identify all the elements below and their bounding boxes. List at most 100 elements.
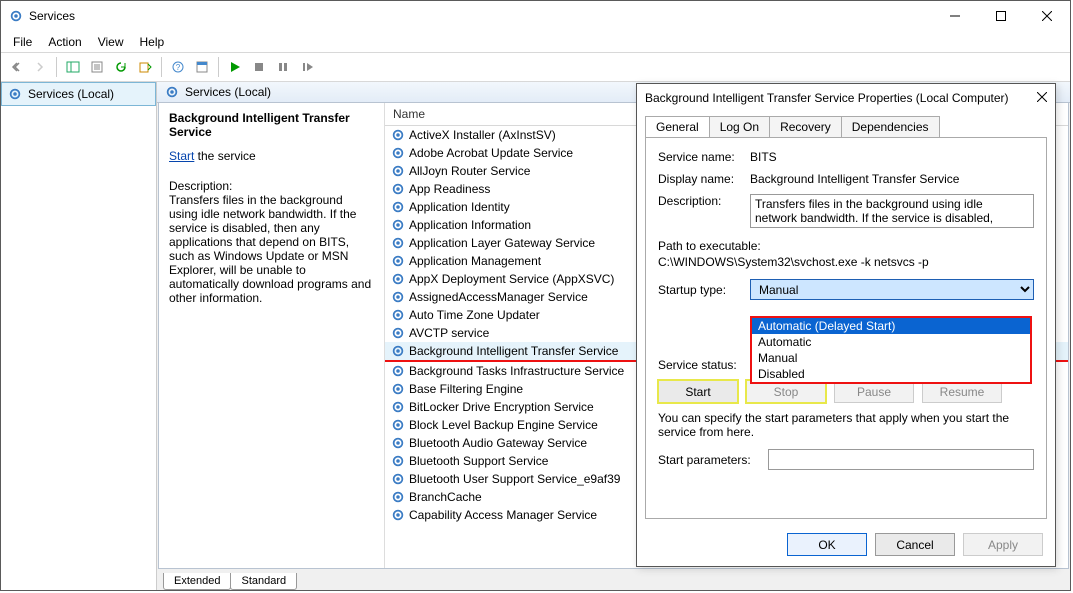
detail-title: Background Intelligent Transfer Service <box>169 111 374 139</box>
titlebar: Services <box>1 1 1070 31</box>
tab-extended[interactable]: Extended <box>163 573 231 590</box>
menu-action[interactable]: Action <box>40 33 89 51</box>
value-service-name: BITS <box>750 150 1034 164</box>
gear-icon <box>391 382 405 396</box>
service-name: Bluetooth Support Service <box>409 454 548 468</box>
service-name: AssignedAccessManager Service <box>409 290 588 304</box>
start-params-input[interactable] <box>768 449 1034 470</box>
label-display-name: Display name: <box>658 172 750 186</box>
cancel-button[interactable]: Cancel <box>875 533 955 556</box>
service-name: Capability Access Manager Service <box>409 508 597 522</box>
service-name: AppX Deployment Service (AppXSVC) <box>409 272 614 286</box>
service-name: ActiveX Installer (AxInstSV) <box>409 128 556 142</box>
services-window: Services File Action View Help ? <box>0 0 1071 591</box>
service-name: AllJoyn Router Service <box>409 164 530 178</box>
properties-dialog: Background Intelligent Transfer Service … <box>636 83 1056 567</box>
back-button[interactable] <box>5 56 27 78</box>
app-icon <box>9 9 23 23</box>
tab-general[interactable]: General <box>645 116 710 137</box>
gear-icon <box>391 308 405 322</box>
pause-service-button[interactable] <box>272 56 294 78</box>
value-display-name: Background Intelligent Transfer Service <box>750 172 1034 186</box>
service-name: BitLocker Drive Encryption Service <box>409 400 594 414</box>
service-name: Base Filtering Engine <box>409 382 523 396</box>
gear-icon <box>391 254 405 268</box>
label-path: Path to executable: <box>658 239 1034 253</box>
label-description: Description: <box>658 194 750 231</box>
gear-icon <box>391 454 405 468</box>
label-start-params: Start parameters: <box>658 453 768 467</box>
forward-button[interactable] <box>29 56 51 78</box>
tab-logon[interactable]: Log On <box>709 116 770 137</box>
dialog-titlebar: Background Intelligent Transfer Service … <box>637 84 1055 112</box>
gear-icon <box>391 472 405 486</box>
minimize-button[interactable] <box>932 1 978 31</box>
tab-dependencies[interactable]: Dependencies <box>841 116 940 137</box>
service-name: BranchCache <box>409 490 482 504</box>
start-service-button[interactable] <box>224 56 246 78</box>
gear-icon <box>391 326 405 340</box>
gear-icon <box>391 236 405 250</box>
gear-icon <box>165 85 179 99</box>
stop-service-button[interactable] <box>248 56 270 78</box>
svg-text:?: ? <box>176 63 181 72</box>
dialog-tabs: General Log On Recovery Dependencies <box>637 112 1055 137</box>
menubar: File Action View Help <box>1 31 1070 52</box>
header-label: Services (Local) <box>185 85 271 99</box>
option-manual[interactable]: Manual <box>752 350 1030 366</box>
service-name: Application Identity <box>409 200 510 214</box>
description-textarea[interactable]: Transfers files in the background using … <box>750 194 1034 228</box>
dialog-title: Background Intelligent Transfer Service … <box>645 91 1009 105</box>
menu-help[interactable]: Help <box>132 33 173 51</box>
gear-icon <box>8 87 22 101</box>
menu-file[interactable]: File <box>5 33 40 51</box>
nav-label: Services (Local) <box>28 87 114 101</box>
dialog-buttons: OK Cancel Apply <box>637 527 1055 566</box>
gear-icon <box>391 508 405 522</box>
gear-icon <box>391 218 405 232</box>
gear-icon <box>391 290 405 304</box>
close-button[interactable] <box>1024 1 1070 31</box>
apply-button: Apply <box>963 533 1043 556</box>
window-title: Services <box>29 9 75 23</box>
start-suffix: the service <box>194 149 255 163</box>
ok-button[interactable]: OK <box>787 533 867 556</box>
service-name: AVCTP service <box>409 326 489 340</box>
gear-icon <box>391 164 405 178</box>
start-button[interactable]: Start <box>658 380 738 403</box>
service-name: Application Management <box>409 254 541 268</box>
dialog-form: Service name:BITS Display name:Backgroun… <box>645 137 1047 519</box>
service-name: Application Information <box>409 218 531 232</box>
option-automatic[interactable]: Automatic <box>752 334 1030 350</box>
properties-button[interactable] <box>86 56 108 78</box>
nav-services-local[interactable]: Services (Local) <box>1 82 156 106</box>
dialog-close-button[interactable] <box>1037 91 1047 105</box>
label-service-name: Service name: <box>658 150 750 164</box>
desc-label: Description: <box>169 179 374 193</box>
export-button[interactable] <box>134 56 156 78</box>
nav-tree: Services (Local) <box>1 82 157 590</box>
tab-recovery[interactable]: Recovery <box>769 116 842 137</box>
toolbar: ? <box>1 52 1070 82</box>
gear-icon <box>391 418 405 432</box>
option-disabled[interactable]: Disabled <box>752 366 1030 382</box>
label-startup: Startup type: <box>658 283 750 297</box>
gear-icon <box>391 200 405 214</box>
show-hide-tree-button[interactable] <box>62 56 84 78</box>
menu-view[interactable]: View <box>90 33 132 51</box>
refresh-button[interactable] <box>110 56 132 78</box>
start-link[interactable]: Start <box>169 149 194 163</box>
help-button[interactable]: ? <box>167 56 189 78</box>
maximize-button[interactable] <box>978 1 1024 31</box>
service-name: Block Level Backup Engine Service <box>409 418 598 432</box>
gear-icon <box>391 128 405 142</box>
gear-icon <box>391 400 405 414</box>
startup-dropdown: Automatic (Delayed Start) Automatic Manu… <box>750 316 1032 384</box>
start-params-note: You can specify the start parameters tha… <box>658 411 1034 439</box>
prop-sheet-button[interactable] <box>191 56 213 78</box>
gear-icon <box>391 182 405 196</box>
tab-standard[interactable]: Standard <box>230 573 297 590</box>
startup-select[interactable]: Manual <box>750 279 1034 300</box>
restart-service-button[interactable] <box>296 56 318 78</box>
option-auto-delayed[interactable]: Automatic (Delayed Start) <box>752 318 1030 334</box>
